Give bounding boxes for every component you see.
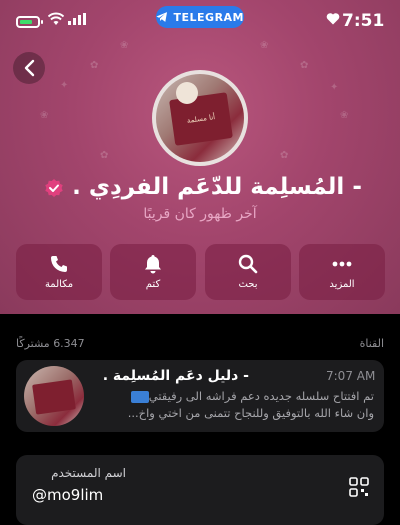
message-preview: تم افتتاح سلسله جديده دعم فراشه الى رفيق… — [94, 388, 374, 422]
verified-badge-icon — [45, 178, 63, 197]
username-label: اسم المستخدم — [51, 466, 126, 480]
message-time: 7:07 AM — [326, 369, 376, 383]
more-icon — [332, 261, 352, 267]
profile-avatar[interactable]: أنا مسلمة — [152, 70, 248, 166]
call-label: مكالمة — [44, 279, 74, 290]
photo-icon — [130, 390, 149, 403]
bell-icon — [145, 255, 161, 274]
search-icon — [238, 254, 258, 274]
more-button[interactable]: المزيد — [299, 244, 385, 300]
cellular-signal-icon — [68, 13, 86, 25]
qr-code-icon[interactable] — [349, 477, 369, 497]
heart-icon — [326, 13, 340, 25]
avatar-image: أنا مسلمة — [156, 74, 244, 162]
call-button[interactable]: مكالمة — [16, 244, 102, 300]
profile-name-row: - المُسلِمة للدّعَم الفردِي . — [0, 174, 400, 200]
username-value[interactable]: @mo9lim — [32, 486, 103, 504]
more-label: المزيد — [329, 279, 355, 290]
status-bar: TELEGRAM 7:51 — [0, 0, 400, 44]
username-card[interactable]: اسم المستخدم @mo9lim — [16, 455, 384, 525]
search-label: بحث — [238, 279, 258, 290]
profile-name: - المُسلِمة للدّعَم الفردِي . — [72, 174, 362, 200]
search-button[interactable]: بحث — [205, 244, 291, 300]
avatar-hand — [176, 82, 198, 104]
battery-charging-icon — [16, 16, 43, 28]
channel-title: - دليل دعَم المُسلِمة . — [102, 368, 249, 384]
telegram-pill-label: TELEGRAM — [173, 10, 244, 24]
subscriber-count: 6.347 مشتركًا — [16, 337, 85, 350]
mute-label: كتم — [145, 279, 161, 290]
linked-channel-card[interactable]: 7:07 AM - دليل دعَم المُسلِمة . تم افتتا… — [16, 360, 384, 432]
last-seen-status: آخر ظهور كان قريبًا — [143, 206, 257, 222]
clock: 7:51 — [342, 11, 385, 31]
channel-header-row: 6.347 مشتركًا القناة — [16, 337, 384, 350]
chevron-left-icon — [24, 59, 35, 77]
profile-header: ✿ ✿ ❀ ❀ ✿ ✿ ✦ ✦ ❀ ❀ TELEGRAM 7:51 أنا مس… — [0, 0, 400, 314]
phone-icon — [51, 256, 67, 272]
mute-button[interactable]: كتم — [110, 244, 196, 300]
telegram-icon — [156, 12, 168, 22]
wifi-icon — [48, 12, 64, 25]
preview-line-2: وان شاء الله بالتوفيق وللنجاح تتمنى من ا… — [127, 406, 374, 420]
back-button[interactable] — [13, 52, 45, 84]
preview-line-1: تم افتتاح سلسله جديده دعم فراشه الى رفيق… — [148, 389, 374, 403]
channel-avatar-book — [32, 379, 76, 415]
telegram-pill[interactable]: TELEGRAM — [156, 6, 244, 28]
action-bar: مكالمة كتم بحث المزيد — [16, 244, 385, 300]
channel-avatar — [24, 366, 84, 426]
channel-section-label: القناة — [359, 337, 384, 350]
